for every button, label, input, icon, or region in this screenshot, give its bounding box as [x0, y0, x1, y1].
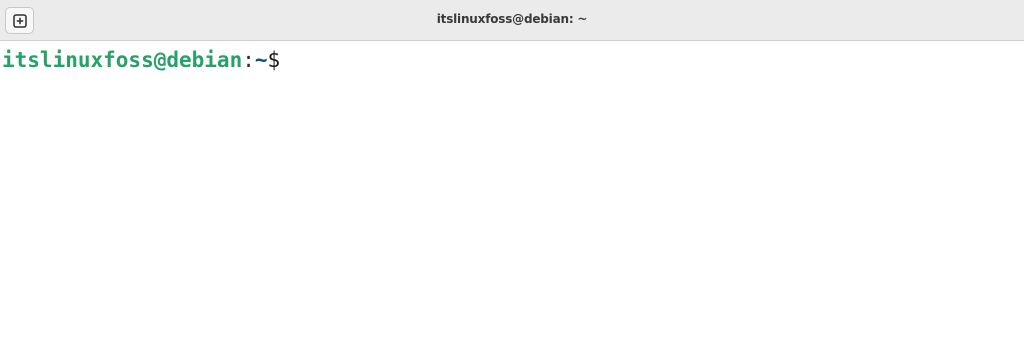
prompt-path: ~ [254, 48, 268, 72]
window-title: itslinuxfoss@debian: ~ [436, 12, 588, 26]
terminal-window: itslinuxfoss@debian: ~ itslinuxfoss@debi… [0, 0, 1024, 362]
title-bar: itslinuxfoss@debian: ~ [0, 0, 1024, 41]
prompt-user-host: itslinuxfoss@debian [2, 48, 243, 72]
shell-prompt: itslinuxfoss@debian:~$ [2, 47, 280, 73]
terminal-content-area[interactable]: itslinuxfoss@debian:~$ [0, 41, 1024, 362]
prompt-separator: : [242, 48, 255, 72]
prompt-symbol: $ [267, 48, 281, 72]
